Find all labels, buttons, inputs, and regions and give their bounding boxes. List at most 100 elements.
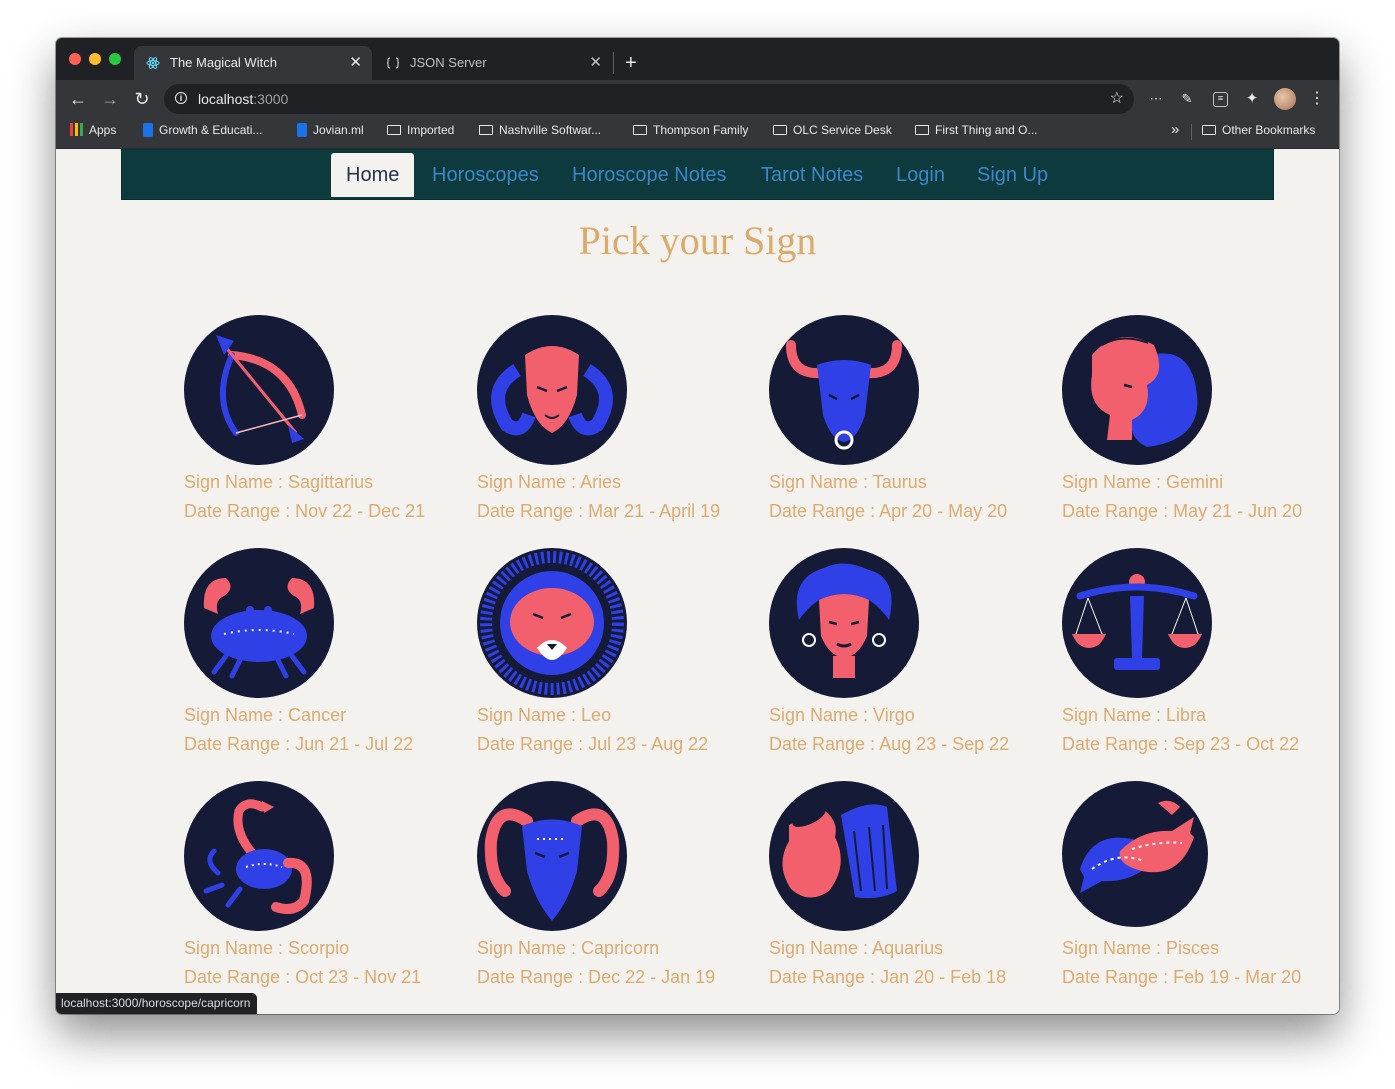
bookmark-site-icon	[143, 122, 153, 137]
virgo-maiden-icon[interactable]	[769, 548, 919, 698]
site-info-icon[interactable]: i	[175, 92, 187, 104]
page-content: Home Horoscopes Horoscope Notes Tarot No…	[56, 149, 1339, 1014]
sign-name: Sign Name : Leo	[477, 705, 612, 725]
libra-scales-icon[interactable]	[1062, 548, 1212, 698]
sign-name: Sign Name : Gemini	[1062, 472, 1224, 492]
folder-icon	[387, 124, 401, 135]
nav-home[interactable]: Home	[331, 153, 415, 197]
leo-lion-icon[interactable]	[477, 548, 627, 698]
url-text[interactable]: localhost:3000	[198, 84, 288, 114]
pisces-fish-icon[interactable]	[1062, 781, 1212, 931]
reload-icon[interactable]: ↻	[130, 80, 154, 118]
bookmarks-bar: Apps Growth & Educati... Jovian.ml Impor…	[56, 118, 1339, 149]
tab-the-magical-witch[interactable]: The Magical Witch ✕	[134, 46, 372, 80]
bookmark-thompson-family[interactable]: Thompson Family	[633, 118, 748, 148]
minimize-window-button[interactable]	[89, 53, 101, 65]
forward-arrow-icon[interactable]: →	[98, 80, 122, 118]
bookmarks-separator	[1191, 124, 1192, 140]
aries-ram-icon[interactable]	[477, 315, 627, 465]
close-tab-icon[interactable]: ✕	[349, 46, 362, 80]
close-window-button[interactable]	[69, 53, 81, 65]
status-bar-url: localhost:3000/horoscope/capricorn	[56, 993, 258, 1014]
sign-name: Sign Name : Virgo	[769, 705, 915, 725]
sign-date-range: Date Range : Nov 22 - Dec 21	[184, 501, 426, 521]
json-server-icon	[386, 57, 400, 69]
sign-date-range: Date Range : Apr 20 - May 20	[769, 501, 1008, 521]
sign-name: Sign Name : Capricorn	[477, 938, 660, 958]
browser-menu-icon[interactable]: ⋮	[1307, 89, 1327, 109]
sign-date-range: Date Range : Jan 20 - Feb 18	[769, 967, 1007, 987]
sign-card-libra[interactable]: Sign Name : Libra Date Range : Sep 23 - …	[1062, 548, 1339, 758]
bookmark-apps[interactable]: Apps	[70, 118, 116, 148]
pencil-extension-icon[interactable]: ✎	[1177, 89, 1197, 109]
sign-card-aries[interactable]: Sign Name : Aries Date Range : Mar 21 - …	[477, 315, 757, 525]
extension-dots-icon[interactable]: ⋯	[1146, 89, 1166, 109]
bookmark-site-icon	[297, 122, 307, 137]
nav-tarot-notes[interactable]: Tarot Notes	[746, 153, 878, 197]
sign-card-scorpio[interactable]: Sign Name : Scorpio Date Range : Oct 23 …	[184, 781, 464, 991]
zoom-window-button[interactable]	[109, 53, 121, 65]
bookmark-jovian[interactable]: Jovian.ml	[297, 118, 364, 148]
sign-name: Sign Name : Taurus	[769, 472, 927, 492]
nav-sign-up[interactable]: Sign Up	[962, 153, 1063, 197]
page-title: Pick your Sign	[578, 218, 817, 263]
folder-icon	[773, 124, 787, 135]
apps-grid-icon	[70, 123, 83, 137]
sign-name: Sign Name : Cancer	[184, 705, 347, 725]
sign-card-capricorn[interactable]: Sign Name : Capricorn Date Range : Dec 2…	[477, 781, 757, 991]
bookmark-star-icon[interactable]: ☆	[1110, 84, 1124, 114]
bookmark-olc-service-desk[interactable]: OLC Service Desk	[773, 118, 892, 148]
sign-date-range: Date Range : Feb 19 - Mar 20	[1062, 967, 1302, 987]
new-tab-button[interactable]: +	[625, 46, 637, 80]
folder-icon	[479, 124, 493, 135]
sign-date-range: Date Range : Mar 21 - April 19	[477, 501, 721, 521]
reader-extension-icon[interactable]: ≡	[1213, 92, 1228, 107]
tab-title: The Magical Witch	[170, 55, 277, 70]
bookmark-other-bookmarks[interactable]: Other Bookmarks	[1202, 118, 1315, 148]
sign-card-taurus[interactable]: Sign Name : Taurus Date Range : Apr 20 -…	[769, 315, 1049, 525]
nav-horoscopes[interactable]: Horoscopes	[417, 153, 554, 197]
bookmark-imported[interactable]: Imported	[387, 118, 454, 148]
taurus-bull-icon[interactable]	[769, 315, 919, 465]
sign-card-gemini[interactable]: Sign Name : Gemini Date Range : May 21 -…	[1062, 315, 1339, 525]
tab-separator	[613, 52, 614, 74]
folder-icon	[1202, 124, 1216, 135]
profile-avatar[interactable]	[1274, 88, 1296, 110]
sign-date-range: Date Range : May 21 - Jun 20	[1062, 501, 1303, 521]
browser-toolbar: ← → ↻ i localhost:3000 ☆ ⋯ ✎ ≡ ✦ ⋮	[56, 80, 1339, 118]
bookmark-first-thing[interactable]: First Thing and O...	[915, 118, 1038, 148]
capricorn-goat-icon[interactable]	[477, 781, 627, 931]
sign-date-range: Date Range : Jul 23 - Aug 22	[477, 734, 709, 754]
sign-date-range: Date Range : Aug 23 - Sep 22	[769, 734, 1010, 754]
sign-date-range: Date Range : Jun 21 - Jul 22	[184, 734, 414, 754]
folder-icon	[633, 124, 647, 135]
folder-icon	[915, 124, 929, 135]
bookmarks-overflow-button[interactable]: »	[1171, 118, 1179, 148]
sign-card-sagittarius[interactable]: Sign Name : Sagittarius Date Range : Nov…	[184, 315, 464, 525]
sign-name: Sign Name : Pisces	[1062, 938, 1220, 958]
sign-date-range: Date Range : Dec 22 - Jan 19	[477, 967, 716, 987]
cancer-crab-icon[interactable]	[184, 548, 334, 698]
address-bar[interactable]: i localhost:3000 ☆	[164, 84, 1134, 114]
sign-card-cancer[interactable]: Sign Name : Cancer Date Range : Jun 21 -…	[184, 548, 464, 758]
sagittarius-archer-icon[interactable]	[184, 315, 334, 465]
back-arrow-icon[interactable]: ←	[66, 80, 90, 118]
sign-card-aquarius[interactable]: Sign Name : Aquarius Date Range : Jan 20…	[769, 781, 1049, 991]
tab-title: JSON Server	[410, 55, 487, 70]
sign-name: Sign Name : Aquarius	[769, 938, 944, 958]
sign-card-leo[interactable]: Sign Name : Leo Date Range : Jul 23 - Au…	[477, 548, 757, 758]
bookmark-growth-education[interactable]: Growth & Educati...	[143, 118, 262, 148]
sign-card-virgo[interactable]: Sign Name : Virgo Date Range : Aug 23 - …	[769, 548, 1049, 758]
scorpio-scorpion-icon[interactable]	[184, 781, 334, 931]
sign-card-pisces[interactable]: Sign Name : Pisces Date Range : Feb 19 -…	[1062, 781, 1339, 991]
aquarius-water-bearer-icon[interactable]	[769, 781, 919, 931]
sign-name: Sign Name : Aries	[477, 472, 622, 492]
close-tab-icon[interactable]: ✕	[589, 46, 602, 80]
gemini-twins-icon[interactable]	[1062, 315, 1212, 465]
nav-login[interactable]: Login	[881, 153, 960, 197]
tab-json-server[interactable]: JSON Server ✕	[374, 46, 612, 80]
nav-horoscope-notes[interactable]: Horoscope Notes	[557, 153, 742, 197]
browser-window: The Magical Witch ✕ JSON Server ✕ + ← → …	[56, 38, 1339, 1014]
bookmark-nashville-software[interactable]: Nashville Softwar...	[479, 118, 601, 148]
extensions-puzzle-icon[interactable]: ✦	[1242, 89, 1262, 109]
